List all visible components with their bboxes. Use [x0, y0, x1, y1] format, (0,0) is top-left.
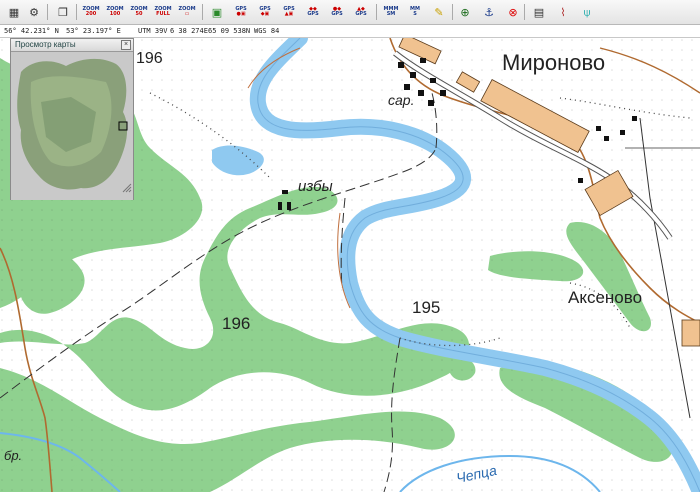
- utm-zone-readout: UTM 39V: [138, 27, 168, 35]
- zoom-full-button[interactable]: ZOOM FULL: [154, 3, 172, 21]
- village-label-mironovo: Мироново: [502, 50, 606, 75]
- calendar-icon[interactable]: ▤: [530, 3, 548, 21]
- zoom-custom-button[interactable]: ZOOM ▭: [178, 3, 196, 21]
- toolbar-separator: [76, 4, 77, 20]
- gps-button-6[interactable]: ▲◆ GPS: [352, 3, 370, 21]
- layers-icon[interactable]: ❐: [54, 3, 72, 21]
- zoom-50-button[interactable]: ZOOM 50: [130, 3, 148, 21]
- elevation-label-right: 195: [412, 298, 441, 317]
- toolbar-separator: [202, 4, 203, 20]
- overview-minimap[interactable]: [11, 52, 133, 200]
- toolbar-separator: [47, 4, 48, 20]
- toolbar-separator: [376, 4, 377, 20]
- toolbar-separator: [524, 4, 525, 20]
- elevation-label-top: 196: [136, 50, 163, 67]
- overview-title: Просмотр карты: [15, 40, 76, 49]
- gps-button-1[interactable]: GPS ●▣: [232, 3, 250, 21]
- zoom-100-button[interactable]: ZOOM 100: [106, 3, 124, 21]
- zoom-200-button[interactable]: ZOOM 200: [82, 3, 100, 21]
- mark-sm-button[interactable]: MMM SM: [382, 3, 400, 21]
- northing-readout: 65 09 538N: [208, 27, 251, 35]
- stop-icon[interactable]: ⊗: [504, 3, 522, 21]
- latitude-readout: 56° 42.231° N: [4, 27, 59, 35]
- longitude-readout: 53° 23.197° E: [66, 27, 121, 35]
- easting-readout: 6 38 274E: [170, 27, 208, 35]
- gps-button-2[interactable]: GPS ◆▣: [256, 3, 274, 21]
- profile-icon[interactable]: ⌇: [554, 3, 572, 21]
- antenna-icon[interactable]: ⍦: [578, 3, 596, 21]
- main-toolbar: ▦ ⚙ ❐ ZOOM 200 ZOOM 100 ZOOM 50 ZOOM FULL ZO…: [0, 0, 700, 25]
- gps-button-5[interactable]: ●◆ GPS: [328, 3, 346, 21]
- gps-connect-icon[interactable]: ▣: [208, 3, 226, 21]
- settings-icon[interactable]: ⚙: [25, 3, 43, 21]
- ford-label: бр.: [4, 448, 23, 463]
- pen-icon[interactable]: ✎: [430, 3, 448, 21]
- overview-title-bar: Просмотр карты ×: [11, 39, 133, 52]
- anchor-icon[interactable]: ⚓: [480, 3, 498, 21]
- shed-label: сар.: [388, 92, 415, 108]
- datum-readout: WGS 84: [254, 27, 280, 35]
- mark-s-button[interactable]: MM S: [406, 3, 424, 21]
- elevation-label-mid: 196: [222, 314, 251, 333]
- grid-icon[interactable]: ▦: [5, 3, 23, 21]
- target-icon[interactable]: ⊕: [456, 3, 474, 21]
- huts-label: избы: [298, 178, 333, 195]
- gps-button-3[interactable]: GPS ▲▣: [280, 3, 298, 21]
- close-icon[interactable]: ×: [121, 40, 131, 50]
- overview-panel: Просмотр карты ×: [10, 38, 134, 200]
- village-label-aksenovo: Аксеново: [568, 288, 643, 307]
- gps-button-4[interactable]: ◆◆ GPS: [304, 3, 322, 21]
- coordinate-status-bar: 56° 42.231° N 53° 23.197° E UTM 39V 6 38…: [0, 25, 700, 38]
- toolbar-separator: [452, 4, 453, 20]
